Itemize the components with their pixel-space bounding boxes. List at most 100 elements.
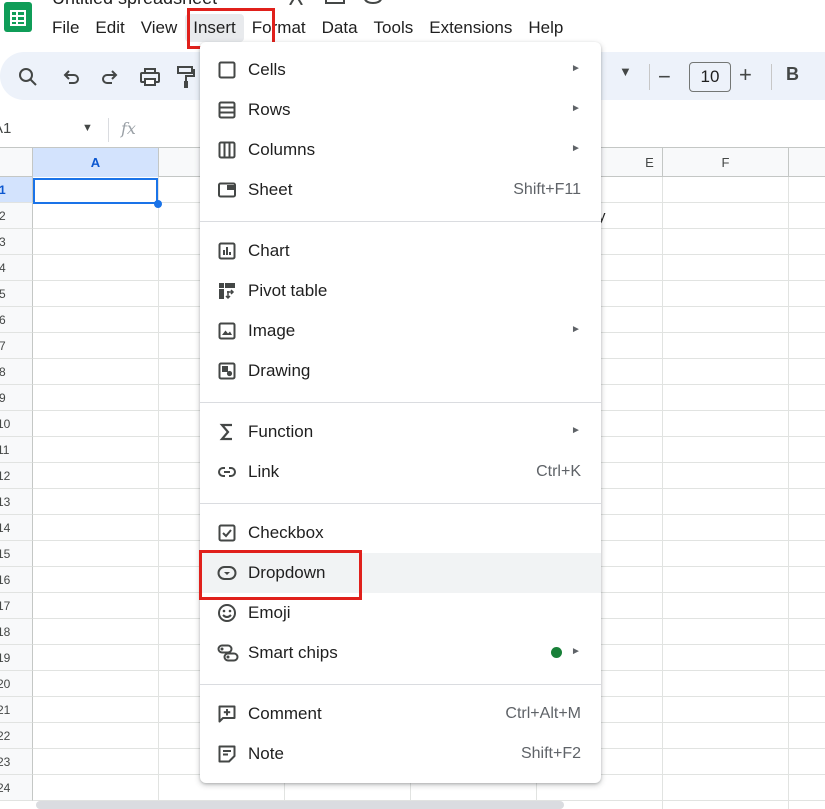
menu-tools[interactable]: Tools <box>366 14 422 42</box>
function-icon: fx <box>121 119 136 138</box>
menu-help[interactable]: Help <box>520 14 571 42</box>
submenu-arrow-icon: ► <box>571 143 581 154</box>
horizontal-scrollbar[interactable] <box>36 801 564 809</box>
menu-item-sheet[interactable]: Sheet Shift+F11 <box>200 170 601 210</box>
row-header[interactable]: 15 <box>0 541 33 567</box>
menu-item-shortcut: Ctrl+Alt+M <box>505 705 581 723</box>
menu-edit[interactable]: Edit <box>87 14 132 42</box>
column-header-g[interactable] <box>789 148 825 177</box>
row-header[interactable]: 8 <box>0 359 33 385</box>
dropdown-highlight-box <box>199 550 362 600</box>
row-header[interactable]: 9 <box>0 385 33 411</box>
menu-item-label: Emoji <box>248 603 291 623</box>
menu-item-shortcut: Ctrl+K <box>536 463 581 481</box>
menu-item-columns[interactable]: Columns ► <box>200 130 601 170</box>
name-box-caret-icon[interactable]: ▼ <box>82 122 93 134</box>
menu-item-note[interactable]: Note Shift+F2 <box>200 734 601 774</box>
name-box-value: A1 <box>0 120 11 137</box>
columns-icon <box>217 140 237 160</box>
menubar: File Edit View Insert Format Data Tools … <box>44 14 571 42</box>
row-header[interactable]: 19 <box>0 645 33 671</box>
row-header[interactable]: 10 <box>0 411 33 437</box>
menu-view[interactable]: View <box>133 14 186 42</box>
row-header[interactable]: 18 <box>0 619 33 645</box>
menu-file[interactable]: File <box>44 14 87 42</box>
row-header[interactable]: 5 <box>0 281 33 307</box>
increase-font-size-button[interactable]: + <box>739 62 752 88</box>
row-header[interactable]: 2 <box>0 203 33 229</box>
menu-item-label: Chart <box>248 241 290 261</box>
menu-item-chart[interactable]: Chart <box>200 231 601 271</box>
toolbar-divider <box>649 64 650 90</box>
drawing-icon <box>217 361 237 381</box>
comment-add-icon <box>217 704 237 724</box>
row-header[interactable]: 21 <box>0 697 33 723</box>
menu-item-checkbox[interactable]: Checkbox <box>200 513 601 553</box>
row-header[interactable]: 13 <box>0 489 33 515</box>
submenu-arrow-icon: ► <box>571 324 581 335</box>
menu-item-drawing[interactable]: Drawing <box>200 351 601 391</box>
bold-button[interactable]: B <box>786 64 799 85</box>
menu-divider <box>200 221 601 222</box>
sheets-logo-icon[interactable] <box>4 2 32 32</box>
row-header[interactable]: 4 <box>0 255 33 281</box>
new-badge-dot <box>551 647 562 658</box>
checkbox-icon <box>217 523 237 543</box>
menu-item-label: Comment <box>248 704 322 724</box>
cloud-status-icon[interactable] <box>362 0 382 6</box>
row-header[interactable]: 11 <box>0 437 33 463</box>
grid-vline <box>662 177 663 809</box>
print-icon[interactable] <box>139 66 161 88</box>
row-header[interactable]: 17 <box>0 593 33 619</box>
toolbar-divider <box>771 64 772 90</box>
menu-item-label: Checkbox <box>248 523 324 543</box>
menu-item-label: Function <box>248 422 313 442</box>
row-header[interactable]: 12 <box>0 463 33 489</box>
select-all-corner[interactable] <box>0 148 33 177</box>
row-header[interactable]: 6 <box>0 307 33 333</box>
row-header[interactable]: 23 <box>0 749 33 775</box>
menu-data[interactable]: Data <box>314 14 366 42</box>
row-header[interactable]: 20 <box>0 671 33 697</box>
menu-item-label: Note <box>248 744 284 764</box>
menu-item-label: Rows <box>248 100 291 120</box>
sheets-app: Untitled spreadsheet File Edit View Inse… <box>0 0 825 809</box>
row-header[interactable]: 16 <box>0 567 33 593</box>
paint-format-icon[interactable] <box>176 66 196 88</box>
undo-icon[interactable] <box>60 66 82 88</box>
column-header-f[interactable]: F <box>663 148 789 177</box>
menu-item-label: Sheet <box>248 180 292 200</box>
menu-item-comment[interactable]: Comment Ctrl+Alt+M <box>200 694 601 734</box>
menu-item-pivot-table[interactable]: Pivot table <box>200 271 601 311</box>
row-header[interactable]: 7 <box>0 333 33 359</box>
menu-item-function[interactable]: Function ► <box>200 412 601 452</box>
selected-cell-a1[interactable] <box>33 178 158 204</box>
submenu-arrow-icon: ► <box>571 646 581 657</box>
menu-extensions[interactable]: Extensions <box>421 14 520 42</box>
search-icon[interactable] <box>17 66 39 88</box>
redo-icon[interactable] <box>99 66 121 88</box>
menu-item-smart-chips[interactable]: Smart chips ► <box>200 633 601 673</box>
move-to-folder-icon[interactable] <box>324 0 344 6</box>
row-header[interactable]: 3 <box>0 229 33 255</box>
menu-item-rows[interactable]: Rows ► <box>200 90 601 130</box>
column-header-a[interactable]: A <box>33 148 159 177</box>
row-header[interactable]: 1 <box>0 177 33 203</box>
menu-item-label: Columns <box>248 140 315 160</box>
fill-handle[interactable] <box>154 200 162 208</box>
name-box[interactable]: A1 ▼ <box>0 120 100 140</box>
row-header[interactable]: 22 <box>0 723 33 749</box>
decrease-font-size-button[interactable]: − <box>658 64 671 90</box>
star-icon[interactable] <box>286 0 306 6</box>
row-header[interactable]: 14 <box>0 515 33 541</box>
menu-item-image[interactable]: Image ► <box>200 311 601 351</box>
row-header[interactable]: 24 <box>0 775 33 801</box>
font-size-input[interactable]: 10 <box>689 62 731 92</box>
menu-item-cells[interactable]: Cells ► <box>200 50 601 90</box>
submenu-arrow-icon: ► <box>571 103 581 114</box>
font-caret-icon[interactable]: ▼ <box>619 64 632 79</box>
emoji-icon <box>217 603 237 623</box>
insert-menu: Cells ► Rows ► Columns ► Sheet Shift+F11… <box>200 42 601 783</box>
submenu-arrow-icon: ► <box>571 425 581 436</box>
menu-item-link[interactable]: Link Ctrl+K <box>200 452 601 492</box>
